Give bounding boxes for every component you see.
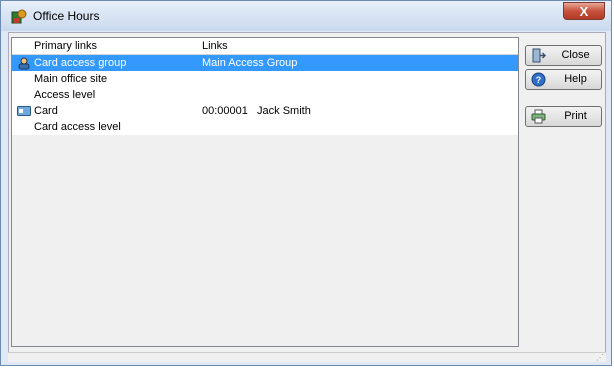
list-row-main-office-site[interactable]: Main office site — [12, 71, 518, 87]
print-button[interactable]: Print — [525, 106, 602, 127]
printer-icon — [531, 109, 546, 124]
row-link: Main Access Group — [202, 57, 298, 69]
status-bar: ⋰ — [8, 352, 606, 362]
row-primary-link: Card access group — [34, 57, 127, 69]
title-bar[interactable]: Office Hours X — [1, 1, 611, 31]
print-button-label: Print — [564, 110, 587, 122]
list-row-card-access-level[interactable]: Card access level — [12, 119, 518, 135]
row-primary-link: Card access level — [34, 121, 121, 133]
list-row-card-access-group[interactable]: Card access group Main Access Group — [12, 55, 518, 71]
help-icon: ? — [531, 72, 546, 87]
row-primary-link: Access level — [34, 89, 96, 101]
row-link: 00:00001 Jack Smith — [202, 105, 311, 117]
links-list[interactable]: Primary links Links Card access group Ma… — [11, 37, 519, 347]
list-rows: Card access group Main Access Group Main… — [12, 55, 518, 135]
column-header-primary-links[interactable]: Primary links — [34, 40, 97, 52]
list-header: Primary links Links — [12, 38, 518, 55]
help-button[interactable]: ? Help — [525, 69, 602, 90]
door-exit-icon — [532, 48, 546, 63]
help-button-label: Help — [564, 73, 587, 85]
client-area: Primary links Links Card access group Ma… — [8, 32, 606, 360]
office-hours-app-icon — [11, 9, 27, 24]
access-group-icon — [18, 57, 30, 70]
row-primary-link: Card — [34, 105, 58, 117]
card-icon — [17, 106, 31, 116]
resize-grip-icon[interactable]: ⋰ — [596, 353, 604, 362]
list-row-card[interactable]: Card 00:00001 Jack Smith — [12, 103, 518, 119]
column-header-links[interactable]: Links — [202, 40, 228, 52]
window-close-button[interactable]: X — [563, 2, 605, 20]
close-button-label: Close — [561, 49, 590, 61]
window-title: Office Hours — [33, 9, 100, 23]
close-button[interactable]: Close — [525, 45, 602, 66]
list-row-access-level[interactable]: Access level — [12, 87, 518, 103]
office-hours-window: Office Hours X Primary links Links Card … — [0, 0, 612, 366]
svg-text:?: ? — [536, 75, 542, 85]
row-primary-link: Main office site — [34, 73, 108, 85]
